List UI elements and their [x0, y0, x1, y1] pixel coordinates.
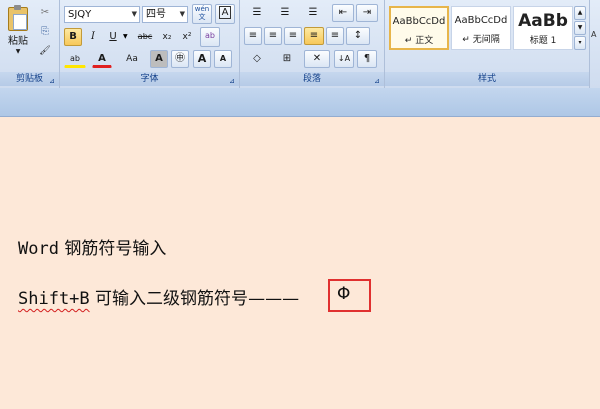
- show-formatting-marks-button[interactable]: ¶: [357, 50, 377, 68]
- grow-font-button[interactable]: A: [193, 50, 211, 68]
- dialog-launcher-icon[interactable]: ⊿: [229, 77, 237, 85]
- paste-button[interactable]: 粘贴 ▼: [4, 4, 32, 56]
- asian-layout-button[interactable]: ✕: [304, 50, 330, 68]
- style-preview: AaBbCcDd: [454, 15, 508, 26]
- chevron-up-icon: ▲: [577, 9, 583, 16]
- align-left-button[interactable]: ≡: [244, 27, 262, 45]
- document-line-1[interactable]: Word 钢筋符号输入: [18, 234, 166, 259]
- document-line-2[interactable]: Shift+B 可输入二级钢筋符号———: [18, 284, 299, 309]
- sort-button[interactable]: ↓A: [334, 50, 354, 68]
- paragraph-group: ☰ ☰ ☰ ⇤ ⇥ ≡ ≡ ≡ ≡ ≡ ↕ ◇ ⊞ ✕ ↓A ¶ 段落 ⊿: [240, 0, 385, 88]
- clipboard-group: 粘贴 ▼ ✂ ⎘ 🖌 剪贴板 ⊿: [0, 0, 60, 88]
- underline-button[interactable]: U: [104, 28, 122, 46]
- text-highlight-button[interactable]: ab: [64, 50, 86, 68]
- copy-button[interactable]: ⎘: [36, 23, 54, 41]
- multilevel-list-button[interactable]: ☰: [300, 4, 326, 22]
- line1-cjk-text: 钢筋符号输入: [58, 239, 167, 259]
- styles-scroll-up-button[interactable]: ▲: [574, 6, 586, 20]
- format-painter-icon: 🖌: [39, 46, 51, 56]
- increase-indent-button[interactable]: ⇥: [356, 4, 378, 22]
- style-preview: AaBb: [518, 11, 568, 31]
- format-painter-button[interactable]: 🖌: [36, 42, 54, 60]
- character-shading-button[interactable]: A: [150, 50, 168, 68]
- eraser-icon: ab: [205, 31, 215, 40]
- superscript-button[interactable]: x²: [178, 28, 196, 46]
- line-spacing-button[interactable]: ↕: [346, 27, 370, 45]
- copy-icon: ⎘: [41, 26, 49, 37]
- scissors-icon: ✂: [40, 7, 50, 18]
- clear-formatting-button[interactable]: ab: [200, 27, 220, 47]
- decrease-indent-button[interactable]: ⇤: [332, 4, 354, 22]
- shrink-font-button[interactable]: A: [214, 50, 232, 68]
- dialog-launcher-icon[interactable]: ⊿: [374, 77, 382, 85]
- font-name-combo[interactable]: SJQY ▼: [64, 6, 140, 23]
- numbering-button[interactable]: ☰: [272, 4, 298, 22]
- styles-group-label: 样式: [385, 72, 589, 86]
- enclose-characters-button[interactable]: ㊥: [171, 50, 189, 68]
- paste-icon: [8, 5, 28, 31]
- chevron-down-icon: ▼: [577, 24, 583, 31]
- style-name: ↵ 无间隔: [462, 35, 500, 45]
- strikethrough-button[interactable]: abc: [134, 28, 156, 46]
- shading-button[interactable]: ◇: [244, 50, 270, 68]
- paste-label: 粘贴: [8, 36, 28, 47]
- center-button[interactable]: ≡: [264, 27, 282, 45]
- distribute-button[interactable]: ≡: [326, 27, 344, 45]
- chevron-down-icon[interactable]: ▼: [132, 7, 137, 22]
- change-case-button[interactable]: Aa: [120, 50, 144, 68]
- font-name-value: SJQY: [68, 9, 92, 20]
- font-color-button[interactable]: A: [92, 50, 112, 68]
- chevron-down-icon[interactable]: ▼: [180, 7, 185, 22]
- line2-dashes: ———: [248, 289, 300, 309]
- ribbon: 粘贴 ▼ ✂ ⎘ 🖌 剪贴板 ⊿ SJQY ▼ 四号 ▼ wén 文 A B I U…: [0, 0, 600, 89]
- style-no-spacing[interactable]: AaBbCcDd ↵ 无间隔: [451, 6, 511, 50]
- justify-button[interactable]: ≡: [304, 27, 324, 45]
- align-right-button[interactable]: ≡: [284, 27, 302, 45]
- ruler-band: [0, 88, 600, 117]
- style-name: ↵ 正文: [404, 36, 434, 46]
- font-size-combo[interactable]: 四号 ▼: [142, 6, 188, 23]
- style-preview: AaBbCcDd: [392, 16, 446, 27]
- font-size-value: 四号: [146, 9, 166, 20]
- change-styles-button[interactable]: A: [591, 30, 600, 50]
- line2-latin-text: Shift+B: [18, 289, 90, 309]
- chevron-down-icon: ▼: [15, 48, 21, 55]
- dialog-launcher-icon[interactable]: ⊿: [49, 77, 57, 85]
- style-heading-1[interactable]: AaBb 标题 1: [513, 6, 573, 50]
- style-name: 标题 1: [529, 36, 557, 46]
- font-group: SJQY ▼ 四号 ▼ wén 文 A B I U ▼ abc x₂ x² ab a…: [60, 0, 240, 88]
- styles-more-button[interactable]: ▾: [574, 36, 586, 50]
- styles-scroll-down-button[interactable]: ▼: [574, 21, 586, 35]
- paragraph-group-label: 段落: [240, 72, 384, 86]
- line2-cjk-text: 可输入二级钢筋符号: [89, 289, 249, 309]
- rebar-symbol[interactable]: Φ: [337, 284, 350, 304]
- bold-button[interactable]: B: [64, 28, 82, 46]
- style-normal[interactable]: AaBbCcDd ↵ 正文: [389, 6, 449, 50]
- borders-button[interactable]: ⊞: [274, 50, 300, 68]
- character-border-icon: A: [218, 6, 232, 19]
- phonetic-guide-button[interactable]: wén 文: [192, 4, 212, 24]
- font-group-label: 字体: [60, 72, 239, 86]
- more-icon: ▾: [578, 39, 582, 46]
- subscript-button[interactable]: x₂: [158, 28, 176, 46]
- cut-button[interactable]: ✂: [36, 4, 54, 22]
- character-border-button[interactable]: A: [215, 4, 235, 24]
- italic-button[interactable]: I: [84, 28, 102, 46]
- styles-group: AaBbCcDd ↵ 正文 AaBbCcDd ↵ 无间隔 AaBb 标题 1 ▲…: [385, 0, 590, 88]
- bullets-button[interactable]: ☰: [244, 4, 270, 22]
- chevron-down-icon[interactable]: ▼: [123, 33, 128, 40]
- line1-latin-text: Word: [18, 239, 59, 259]
